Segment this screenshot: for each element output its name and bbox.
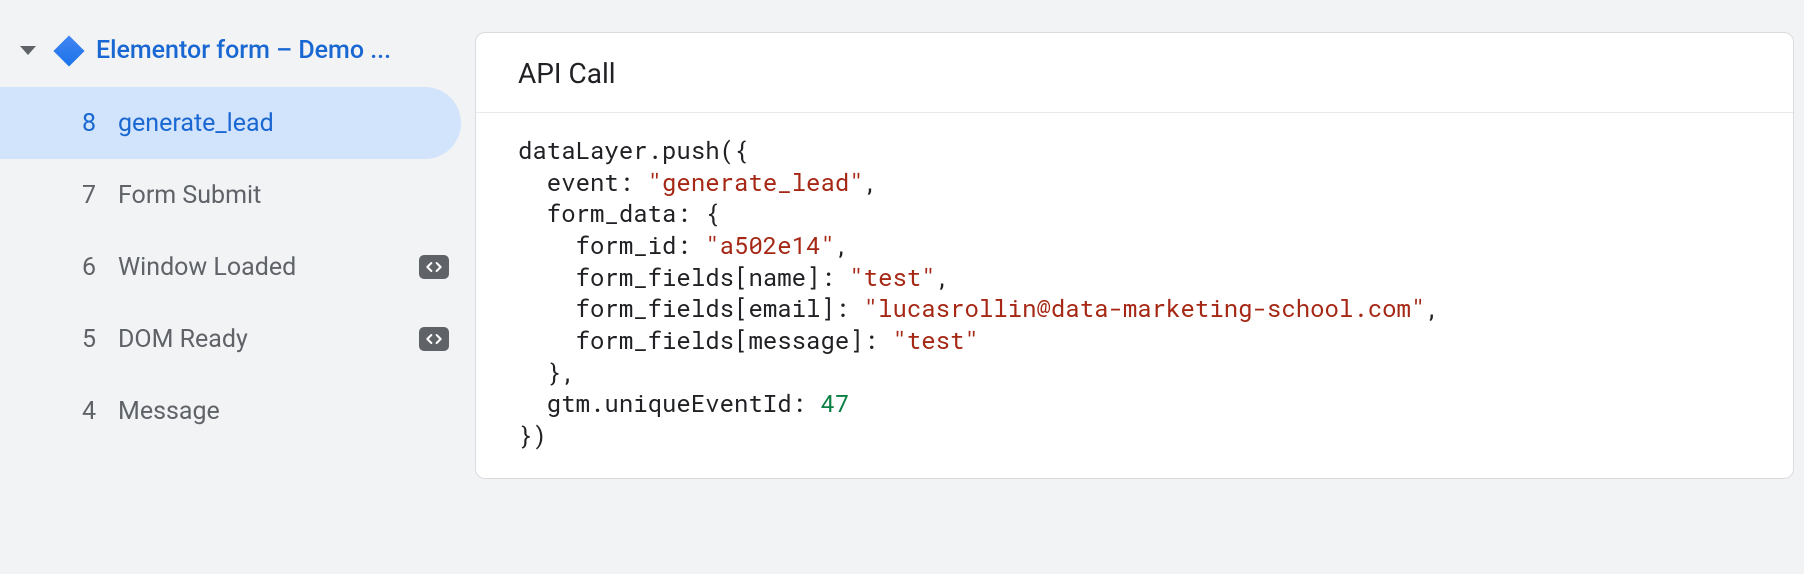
caret-down-icon	[20, 46, 36, 55]
tag-name-label: Elementor form – Demo ...	[96, 36, 391, 65]
event-label: Window Loaded	[118, 253, 397, 282]
event-label: Form Submit	[118, 181, 449, 210]
tag-header[interactable]: Elementor form – Demo ...	[0, 28, 475, 73]
event-item-dom-ready[interactable]: 5 DOM Ready	[0, 303, 461, 375]
event-item-generate-lead[interactable]: 8 generate_lead	[0, 87, 461, 159]
event-label: generate_lead	[118, 109, 449, 138]
code-badge-icon	[419, 327, 449, 351]
tag-diamond-icon	[53, 35, 84, 66]
event-number: 4	[76, 397, 96, 426]
event-label: DOM Ready	[118, 325, 397, 354]
code-badge-icon	[419, 255, 449, 279]
event-item-form-submit[interactable]: 7 Form Submit	[0, 159, 461, 231]
event-item-message[interactable]: 4 Message	[0, 375, 461, 447]
datalayer-code[interactable]: dataLayer.push({ event: "generate_lead",…	[476, 113, 1793, 478]
card-title: API Call	[476, 33, 1793, 112]
api-call-card: API Call dataLayer.push({ event: "genera…	[475, 32, 1794, 479]
event-list: 8 generate_lead 7 Form Submit 6 Window Loaded…	[0, 87, 475, 447]
main-panel: API Call dataLayer.push({ event: "genera…	[475, 0, 1804, 574]
event-number: 8	[76, 109, 96, 138]
event-number: 5	[76, 325, 96, 354]
event-item-window-loaded[interactable]: 6 Window Loaded	[0, 231, 461, 303]
sidebar: Elementor form – Demo ... 8 generate_lead…	[0, 0, 475, 574]
event-number: 6	[76, 253, 96, 282]
event-number: 7	[76, 181, 96, 210]
event-label: Message	[118, 397, 449, 426]
